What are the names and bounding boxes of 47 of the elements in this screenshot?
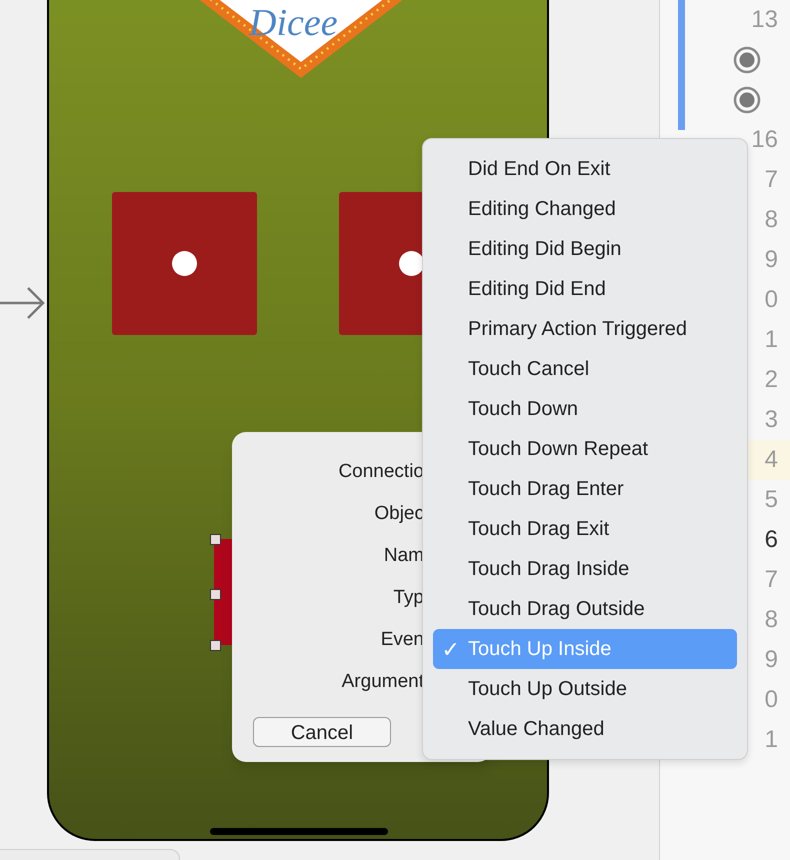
resize-handle[interactable] bbox=[210, 534, 221, 545]
field-label: Even bbox=[380, 628, 424, 651]
pip bbox=[399, 251, 424, 276]
menu-item[interactable]: Touch Drag Exit bbox=[433, 509, 737, 549]
entry-arrow-icon bbox=[0, 286, 46, 320]
menu-item[interactable]: Primary Action Triggered bbox=[433, 309, 737, 349]
line-number: 7 bbox=[764, 168, 778, 192]
menu-item[interactable]: Value Changed bbox=[433, 709, 737, 749]
resize-handle[interactable] bbox=[210, 640, 221, 651]
line-number: 5 bbox=[764, 488, 778, 512]
menu-item[interactable]: Touch Down bbox=[433, 389, 737, 429]
menu-item[interactable]: Did End On Exit bbox=[433, 149, 737, 189]
menu-item[interactable]: Touch Drag Outside bbox=[433, 589, 737, 629]
check-icon: ✓ bbox=[433, 632, 468, 666]
menu-item[interactable]: Editing Changed bbox=[433, 189, 737, 229]
pip bbox=[172, 251, 197, 276]
line-number: 8 bbox=[764, 208, 778, 232]
resize-handle[interactable] bbox=[210, 589, 221, 600]
line-number: 4 bbox=[764, 448, 778, 472]
line-number: 8 bbox=[764, 608, 778, 632]
menu-item[interactable]: Touch Down Repeat bbox=[433, 429, 737, 469]
line-number: 9 bbox=[764, 248, 778, 272]
menu-item[interactable]: Editing Did Begin bbox=[433, 229, 737, 269]
field-label: Argument bbox=[342, 670, 424, 693]
breakpoint-icon[interactable] bbox=[733, 86, 761, 114]
line-number: 9 bbox=[764, 648, 778, 672]
cancel-button[interactable]: Cancel bbox=[253, 717, 391, 747]
breakpoint-icon[interactable] bbox=[733, 46, 761, 74]
line-number: 16 bbox=[751, 128, 778, 152]
logo-text: Dicee bbox=[249, 4, 338, 42]
menu-item[interactable]: Editing Did End bbox=[433, 269, 737, 309]
line-number: 2 bbox=[764, 368, 778, 392]
line-number: 13 bbox=[751, 8, 778, 32]
line-number: 0 bbox=[764, 688, 778, 712]
menu-item[interactable]: Touch Cancel bbox=[433, 349, 737, 389]
line-number: 1 bbox=[764, 728, 778, 752]
line-number: 7 bbox=[764, 568, 778, 592]
line-number: 6 bbox=[764, 528, 778, 552]
field-label: Nam bbox=[384, 544, 424, 567]
field-label: Objec bbox=[374, 502, 424, 525]
line-number: 0 bbox=[764, 288, 778, 312]
menu-item[interactable]: Touch Drag Enter bbox=[433, 469, 737, 509]
line-number: 1 bbox=[764, 328, 778, 352]
menu-item[interactable]: Touch Drag Inside bbox=[433, 549, 737, 589]
line-number: 3 bbox=[764, 408, 778, 432]
field-label: Connectio bbox=[338, 460, 424, 483]
menu-item[interactable]: Touch Up Outside bbox=[433, 669, 737, 709]
